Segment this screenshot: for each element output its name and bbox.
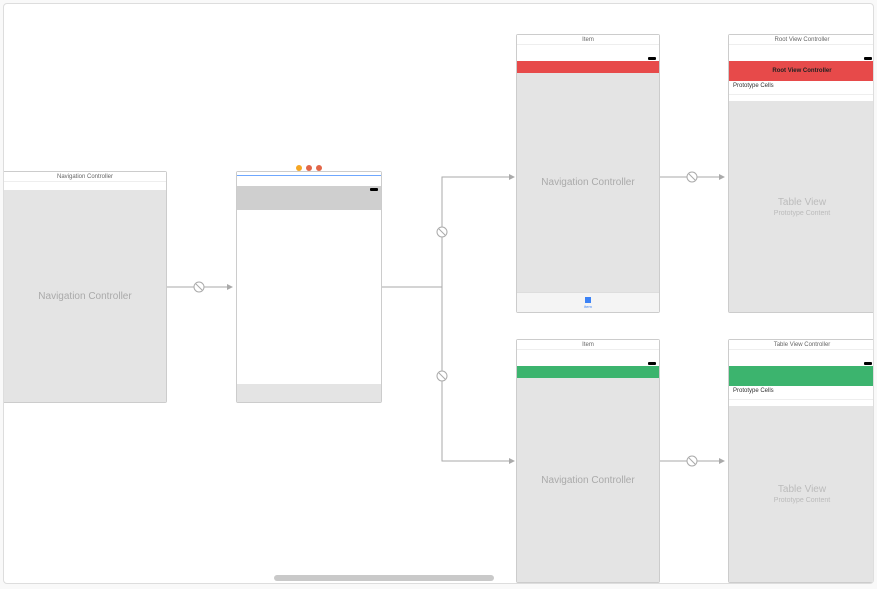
- nav-placeholder-label: Navigation Controller: [541, 177, 634, 188]
- scene-title: Table View Controller: [729, 340, 874, 350]
- nav-placeholder-label: Navigation Controller: [38, 291, 131, 302]
- tab-item-label: item: [584, 304, 592, 309]
- scene-tabbar-vc[interactable]: [236, 171, 382, 403]
- battery-icon: [864, 362, 872, 365]
- scene-table-green[interactable]: Table View Controller Prototype Cells Ta…: [728, 339, 874, 583]
- nav-placeholder-label: Navigation Controller: [541, 475, 634, 486]
- battery-icon: [864, 57, 872, 60]
- battery-icon: [648, 362, 656, 365]
- scene-nav-green[interactable]: Item Navigation Controller: [516, 339, 660, 583]
- vc-icon: [296, 165, 302, 171]
- tabbar: item: [517, 292, 659, 312]
- scene-nav-red[interactable]: Item Navigation Controller item: [516, 34, 660, 313]
- battery-icon: [370, 188, 378, 191]
- tab-item-icon[interactable]: [585, 297, 591, 303]
- navbar-placeholder: [237, 186, 381, 210]
- first-responder-icon: [306, 165, 312, 171]
- vc-body: [237, 210, 381, 382]
- navbar-title: Root View Controller: [772, 68, 831, 74]
- table-view-label: Table View: [778, 484, 826, 495]
- table-view-sublabel: Prototype Content: [774, 210, 830, 217]
- battery-icon: [648, 57, 656, 60]
- scene-title: Root View Controller: [729, 35, 874, 45]
- tabbar-placeholder: [237, 384, 381, 402]
- horizontal-scrollbar[interactable]: [274, 575, 494, 581]
- table-view-label: Table View: [778, 197, 826, 208]
- scene-toolbar: [296, 165, 322, 171]
- scene-title: Navigation Controller: [4, 172, 166, 182]
- scene-title: Item: [517, 35, 659, 45]
- scene-title: Item: [517, 340, 659, 350]
- navbar-green: [729, 366, 874, 386]
- prototype-cells-header: Prototype Cells: [729, 81, 874, 95]
- prototype-cells-header: Prototype Cells: [729, 386, 874, 400]
- storyboard-canvas[interactable]: Navigation Controller Navigation Control…: [3, 3, 874, 584]
- table-view-sublabel: Prototype Content: [774, 497, 830, 504]
- scene-nav-root[interactable]: Navigation Controller Navigation Control…: [4, 171, 167, 403]
- exit-icon: [316, 165, 322, 171]
- scene-root-red[interactable]: Root View Controller Root View Controlle…: [728, 34, 874, 313]
- navbar-red: Root View Controller: [729, 61, 874, 81]
